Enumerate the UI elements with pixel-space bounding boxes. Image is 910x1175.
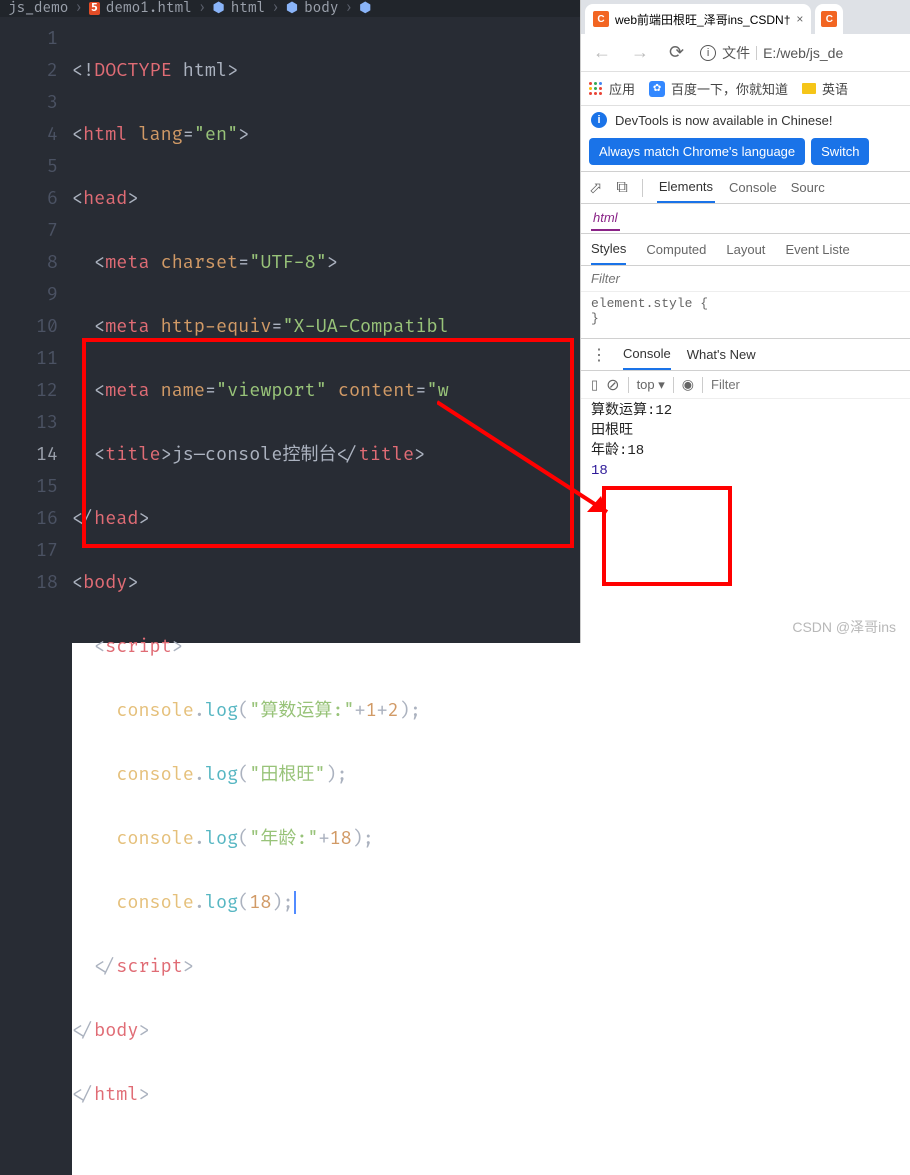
switch-language-button[interactable]: Switch	[811, 138, 869, 165]
tab-computed[interactable]: Computed	[646, 242, 706, 257]
paw-icon: ✿	[649, 81, 665, 97]
addr-file-label: 文件	[722, 43, 750, 63]
line-no: 1	[0, 23, 58, 55]
line-no: 2	[0, 55, 58, 87]
address-bar[interactable]: i 文件 E:/web/js_de	[700, 43, 902, 63]
crumb-file[interactable]: demo1.html	[106, 0, 192, 17]
bookmark-baidu[interactable]: ✿百度一下，你就知道	[649, 79, 788, 98]
cube-icon: ⬢	[286, 0, 298, 17]
devtools: ⬀ ⧉ Elements Console Sourc html Styles C…	[581, 171, 910, 643]
match-language-button[interactable]: Always match Chrome's language	[589, 138, 805, 165]
info-text: DevTools is now available in Chinese!	[615, 113, 833, 128]
apps-button[interactable]: 应用	[589, 79, 635, 98]
tab-sources[interactable]: Sourc	[791, 180, 825, 195]
line-no: 18	[0, 567, 58, 599]
chevron-right-icon: ›	[271, 0, 280, 17]
devtools-drawer: ⋮ Console What's New ▯ ⊘ top ▾ ◉ 算数运算:12…	[581, 338, 910, 483]
browser-tab-partial[interactable]: C	[815, 4, 843, 34]
line-no: 16	[0, 503, 58, 535]
dom-breadcrumb: html	[581, 204, 910, 234]
code-area: 1 2 3 4 5 6 7 8 9 10 11 12 13 14 15 16 1…	[0, 17, 580, 1175]
devtools-tabs: ⬀ ⧉ Elements Console Sourc	[581, 172, 910, 204]
tab-strip: C web前端田根旺_泽哥ins_CSDN† × C	[581, 0, 910, 34]
tab-favicon-icon: C	[821, 11, 837, 27]
drawer-tabs: ⋮ Console What's New	[581, 339, 910, 371]
bookmarks-bar: 应用 ✿百度一下，你就知道 英语	[581, 72, 910, 106]
line-no: 6	[0, 183, 58, 215]
lang-buttons: Always match Chrome's language Switch	[581, 134, 910, 171]
line-no: 17	[0, 535, 58, 567]
line-no: 12	[0, 375, 58, 407]
html-file-icon: 5	[89, 2, 100, 15]
code-content[interactable]: <!DOCTYPE html> <html lang="en"> <head> …	[72, 17, 580, 1175]
line-no: 5	[0, 151, 58, 183]
crumb-folder[interactable]: js_demo	[8, 0, 68, 17]
chevron-right-icon: ›	[345, 0, 354, 17]
site-info-icon[interactable]: i	[700, 45, 716, 61]
line-no: 4	[0, 119, 58, 151]
live-expression-icon[interactable]: ◉	[682, 376, 694, 393]
line-no: 8	[0, 247, 58, 279]
chevron-right-icon: ›	[198, 0, 207, 17]
more-menu-icon[interactable]: ⋮	[591, 345, 607, 365]
console-row: 算数运算:12	[591, 401, 900, 421]
watermark: CSDN @泽哥ins	[792, 617, 896, 637]
tab-styles[interactable]: Styles	[591, 234, 626, 265]
console-row: 18	[591, 461, 900, 481]
bookmark-folder[interactable]: 英语	[802, 79, 848, 98]
drawer-tab-console[interactable]: Console	[623, 339, 671, 370]
line-no: 7	[0, 215, 58, 247]
line-no: 11	[0, 343, 58, 375]
styles-filter-input[interactable]	[591, 271, 769, 286]
devtools-lang-info: i DevTools is now available in Chinese!	[581, 106, 910, 134]
line-no: 10	[0, 311, 58, 343]
console-row: 田根旺	[591, 421, 900, 441]
browser-tab[interactable]: C web前端田根旺_泽哥ins_CSDN† ×	[585, 4, 811, 34]
drawer-tab-whatsnew[interactable]: What's New	[687, 347, 756, 362]
dom-crumb-html[interactable]: html	[591, 206, 620, 231]
styles-pane[interactable]: element.style { }	[581, 292, 910, 330]
tab-title: web前端田根旺_泽哥ins_CSDN†	[615, 11, 790, 28]
folder-icon	[802, 83, 816, 94]
chevron-right-icon: ›	[74, 0, 83, 17]
device-icon[interactable]: ⧉	[616, 179, 627, 197]
line-no: 13	[0, 407, 58, 439]
line-no-current: 14	[0, 439, 58, 471]
info-icon: i	[591, 112, 607, 128]
tab-elements[interactable]: Elements	[657, 172, 715, 203]
crumb-body[interactable]: body	[304, 0, 338, 17]
console-output[interactable]: 算数运算:12 田根旺 年龄:18 18	[581, 399, 910, 483]
inspect-icon[interactable]: ⬀	[589, 178, 602, 198]
context-selector[interactable]: top ▾	[637, 377, 665, 393]
line-no: 9	[0, 279, 58, 311]
tab-console[interactable]: Console	[729, 180, 777, 195]
line-no: 15	[0, 471, 58, 503]
apps-grid-icon	[589, 82, 603, 96]
line-gutter: 1 2 3 4 5 6 7 8 9 10 11 12 13 14 15 16 1…	[0, 17, 72, 1175]
console-filter-input[interactable]	[711, 377, 887, 392]
sidebar-icon[interactable]: ▯	[591, 377, 598, 393]
tab-favicon-icon: C	[593, 11, 609, 27]
cube-icon: ⬢	[213, 0, 225, 17]
clear-console-icon[interactable]: ⊘	[606, 375, 619, 395]
console-row: 年龄:18	[591, 441, 900, 461]
close-icon[interactable]: ×	[796, 12, 803, 26]
browser-window: C web前端田根旺_泽哥ins_CSDN† × C ← → ⟳ i 文件 E:…	[580, 0, 910, 643]
addr-path: E:/web/js_de	[763, 45, 843, 61]
breadcrumb: js_demo › 5 demo1.html › ⬢ html › ⬢ body…	[0, 0, 580, 17]
console-toolbar: ▯ ⊘ top ▾ ◉	[581, 371, 910, 399]
line-no: 3	[0, 87, 58, 119]
styles-tabs: Styles Computed Layout Event Liste	[581, 234, 910, 266]
back-button[interactable]: ←	[589, 42, 615, 63]
code-editor: js_demo › 5 demo1.html › ⬢ html › ⬢ body…	[0, 0, 580, 643]
tab-event-listeners[interactable]: Event Liste	[785, 242, 849, 257]
styles-filter	[581, 266, 910, 292]
forward-button[interactable]: →	[627, 42, 653, 63]
crumb-html[interactable]: html	[231, 0, 265, 17]
cube-icon: ⬢	[359, 0, 371, 17]
browser-toolbar: ← → ⟳ i 文件 E:/web/js_de	[581, 34, 910, 72]
tab-layout[interactable]: Layout	[726, 242, 765, 257]
reload-button[interactable]: ⟳	[665, 42, 688, 63]
